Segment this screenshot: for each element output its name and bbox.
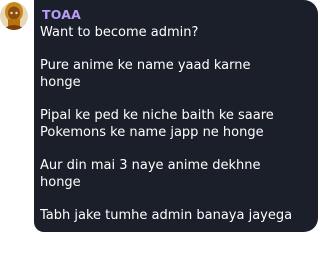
message-line: honge [40,75,81,90]
message-line: Tabh jake tumhe admin banaya jayega [40,208,293,223]
avatar[interactable] [0,0,28,32]
message-line: Pure anime ke name yaad karne [40,58,251,73]
message-bubble: TOAA Want to become admin? Pure anime ke… [34,0,318,232]
message-line: Pipal ke ped ke niche baith ke saare [40,108,274,123]
sender-name[interactable]: TOAA [42,8,81,22]
message-line: honge [40,175,81,190]
message-line: Want to become admin? [40,25,199,40]
message-line: Pokemons ke name japp ne honge [40,125,264,140]
avatar-icon [0,2,28,30]
message-line: Aur din mai 3 naye anime dekhne [40,158,261,173]
